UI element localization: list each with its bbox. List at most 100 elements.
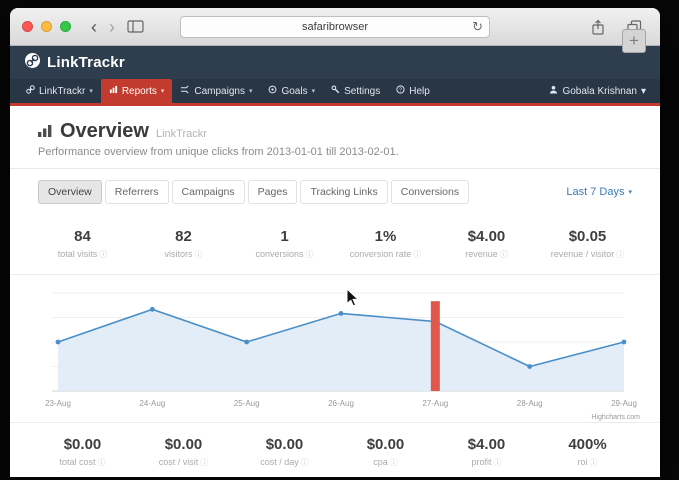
info-icon[interactable]: ⓘ xyxy=(494,458,502,467)
info-icon[interactable]: ⓘ xyxy=(200,458,208,467)
link-icon xyxy=(26,85,35,97)
wrench-icon xyxy=(331,85,340,97)
stat-cpa: $0.00 cpaⓘ xyxy=(335,436,436,468)
bar-chart-icon xyxy=(109,85,118,97)
info-icon[interactable]: ⓘ xyxy=(98,458,106,467)
info-icon[interactable]: ⓘ xyxy=(500,250,508,259)
stat-conversion-rate: 1% conversion rateⓘ xyxy=(335,228,436,260)
refresh-icon[interactable]: ↻ xyxy=(472,19,483,35)
report-tabs: Overview Referrers Campaigns Pages Track… xyxy=(10,169,660,215)
nav-label: Goals xyxy=(281,86,307,97)
nav-item-settings[interactable]: Settings xyxy=(323,79,388,103)
info-icon[interactable]: ⓘ xyxy=(99,250,107,259)
line-chart: 23-Aug24-Aug25-Aug26-Aug27-Aug28-Aug29-A… xyxy=(28,283,640,415)
stat-label: conversion rate xyxy=(350,249,412,259)
logo-text: LinkTrackr xyxy=(47,54,125,71)
stat-label: cost / visit xyxy=(159,457,199,467)
tab-campaigns[interactable]: Campaigns xyxy=(172,180,245,204)
stat-cost-visit: $0.00 cost / visitⓘ xyxy=(133,436,234,468)
nav-label: Help xyxy=(409,86,430,97)
chart-credit: Highcharts.com xyxy=(591,414,640,421)
info-icon[interactable]: ⓘ xyxy=(616,250,624,259)
stat-cost-day: $0.00 cost / dayⓘ xyxy=(234,436,335,468)
stat-label: revenue xyxy=(465,249,498,259)
stat-label: roi xyxy=(577,457,587,467)
nav-item-goals[interactable]: Goals ▾ xyxy=(260,79,323,103)
nav-item-help[interactable]: ? Help xyxy=(388,79,438,103)
svg-text:29-Aug: 29-Aug xyxy=(611,399,637,408)
stat-total-cost: $0.00 total costⓘ xyxy=(32,436,133,468)
svg-text:?: ? xyxy=(399,87,402,93)
browser-chrome: ‹ › safaribrowser ↻ xyxy=(10,8,660,46)
stat-profit: $4.00 profitⓘ xyxy=(436,436,537,468)
stat-value: 1 xyxy=(234,228,335,245)
info-icon[interactable]: ⓘ xyxy=(390,458,398,467)
stat-label: visitors xyxy=(164,249,192,259)
chevron-down-icon: ▾ xyxy=(628,188,632,196)
svg-text:26-Aug: 26-Aug xyxy=(328,399,354,408)
close-window-button[interactable] xyxy=(22,21,33,32)
stat-value: 1% xyxy=(335,228,436,245)
page-brand: LinkTrackr xyxy=(156,128,207,140)
nav-item-reports[interactable]: Reports ▾ xyxy=(101,79,173,103)
tab-tracking-links[interactable]: Tracking Links xyxy=(300,180,387,204)
stat-label: profit xyxy=(471,457,491,467)
chevron-down-icon: ▾ xyxy=(161,87,165,95)
stat-revenue: $4.00 revenueⓘ xyxy=(436,228,537,260)
share-icon[interactable] xyxy=(585,19,611,35)
zoom-window-button[interactable] xyxy=(60,21,71,32)
page-header: Overview LinkTrackr Performance overview… xyxy=(10,106,660,169)
forward-button[interactable]: › xyxy=(103,18,121,36)
stat-visitors: 82 visitorsⓘ xyxy=(133,228,234,260)
target-icon xyxy=(268,85,277,97)
chevron-down-icon: ▾ xyxy=(641,86,646,97)
stat-value: 84 xyxy=(32,228,133,245)
chevron-down-icon: ▾ xyxy=(312,87,316,95)
tab-pages[interactable]: Pages xyxy=(248,180,298,204)
tab-overview[interactable]: Overview xyxy=(38,180,102,204)
stats-row-top: 84 total visitsⓘ 82 visitorsⓘ 1 conversi… xyxy=(10,215,660,274)
stat-roi: 400% roiⓘ xyxy=(537,436,638,468)
nav-item-linktrackr[interactable]: LinkTrackr ▾ xyxy=(18,79,101,103)
svg-text:28-Aug: 28-Aug xyxy=(517,399,543,408)
user-menu[interactable]: Gobala Krishnan ▾ xyxy=(543,79,652,103)
stat-value: 82 xyxy=(133,228,234,245)
minimize-window-button[interactable] xyxy=(41,21,52,32)
stat-value: $0.00 xyxy=(32,436,133,453)
shuffle-icon xyxy=(180,85,190,97)
new-tab-button[interactable]: + xyxy=(622,29,646,53)
stat-value: $0.00 xyxy=(133,436,234,453)
info-icon[interactable]: ⓘ xyxy=(195,250,203,259)
linktrackr-logo-icon xyxy=(24,52,41,74)
chevron-down-icon: ▾ xyxy=(89,87,93,95)
stat-value: $4.00 xyxy=(436,436,537,453)
nav-item-campaigns[interactable]: Campaigns ▾ xyxy=(172,79,260,103)
stat-revenue-visitor: $0.05 revenue / visitorⓘ xyxy=(537,228,638,260)
svg-text:27-Aug: 27-Aug xyxy=(422,399,448,408)
svg-text:24-Aug: 24-Aug xyxy=(139,399,165,408)
stat-label: total cost xyxy=(59,457,95,467)
tab-conversions[interactable]: Conversions xyxy=(391,180,469,204)
date-range-selector[interactable]: Last 7 Days ▾ xyxy=(566,186,632,198)
stat-label: cost / day xyxy=(260,457,299,467)
stat-label: total visits xyxy=(58,249,98,259)
info-icon[interactable]: ⓘ xyxy=(590,458,598,467)
stat-value: $0.00 xyxy=(234,436,335,453)
svg-text:25-Aug: 25-Aug xyxy=(234,399,260,408)
stat-value: $4.00 xyxy=(436,228,537,245)
sidebar-icon[interactable] xyxy=(121,20,150,33)
stat-conversions: 1 conversionsⓘ xyxy=(234,228,335,260)
stat-value: 400% xyxy=(537,436,638,453)
info-icon[interactable]: ⓘ xyxy=(306,250,314,259)
url-text: safaribrowser xyxy=(302,21,368,33)
date-range-label: Last 7 Days xyxy=(566,186,624,198)
stat-total-visits: 84 total visitsⓘ xyxy=(32,228,133,260)
address-bar[interactable]: safaribrowser ↻ xyxy=(180,16,490,38)
nav-label: Campaigns xyxy=(194,86,245,97)
back-button[interactable]: ‹ xyxy=(85,18,103,36)
tab-referrers[interactable]: Referrers xyxy=(105,180,169,204)
nav-label: Reports xyxy=(122,86,157,97)
info-icon[interactable]: ⓘ xyxy=(301,458,309,467)
info-icon[interactable]: ⓘ xyxy=(413,250,421,259)
chevron-down-icon: ▾ xyxy=(249,87,253,95)
